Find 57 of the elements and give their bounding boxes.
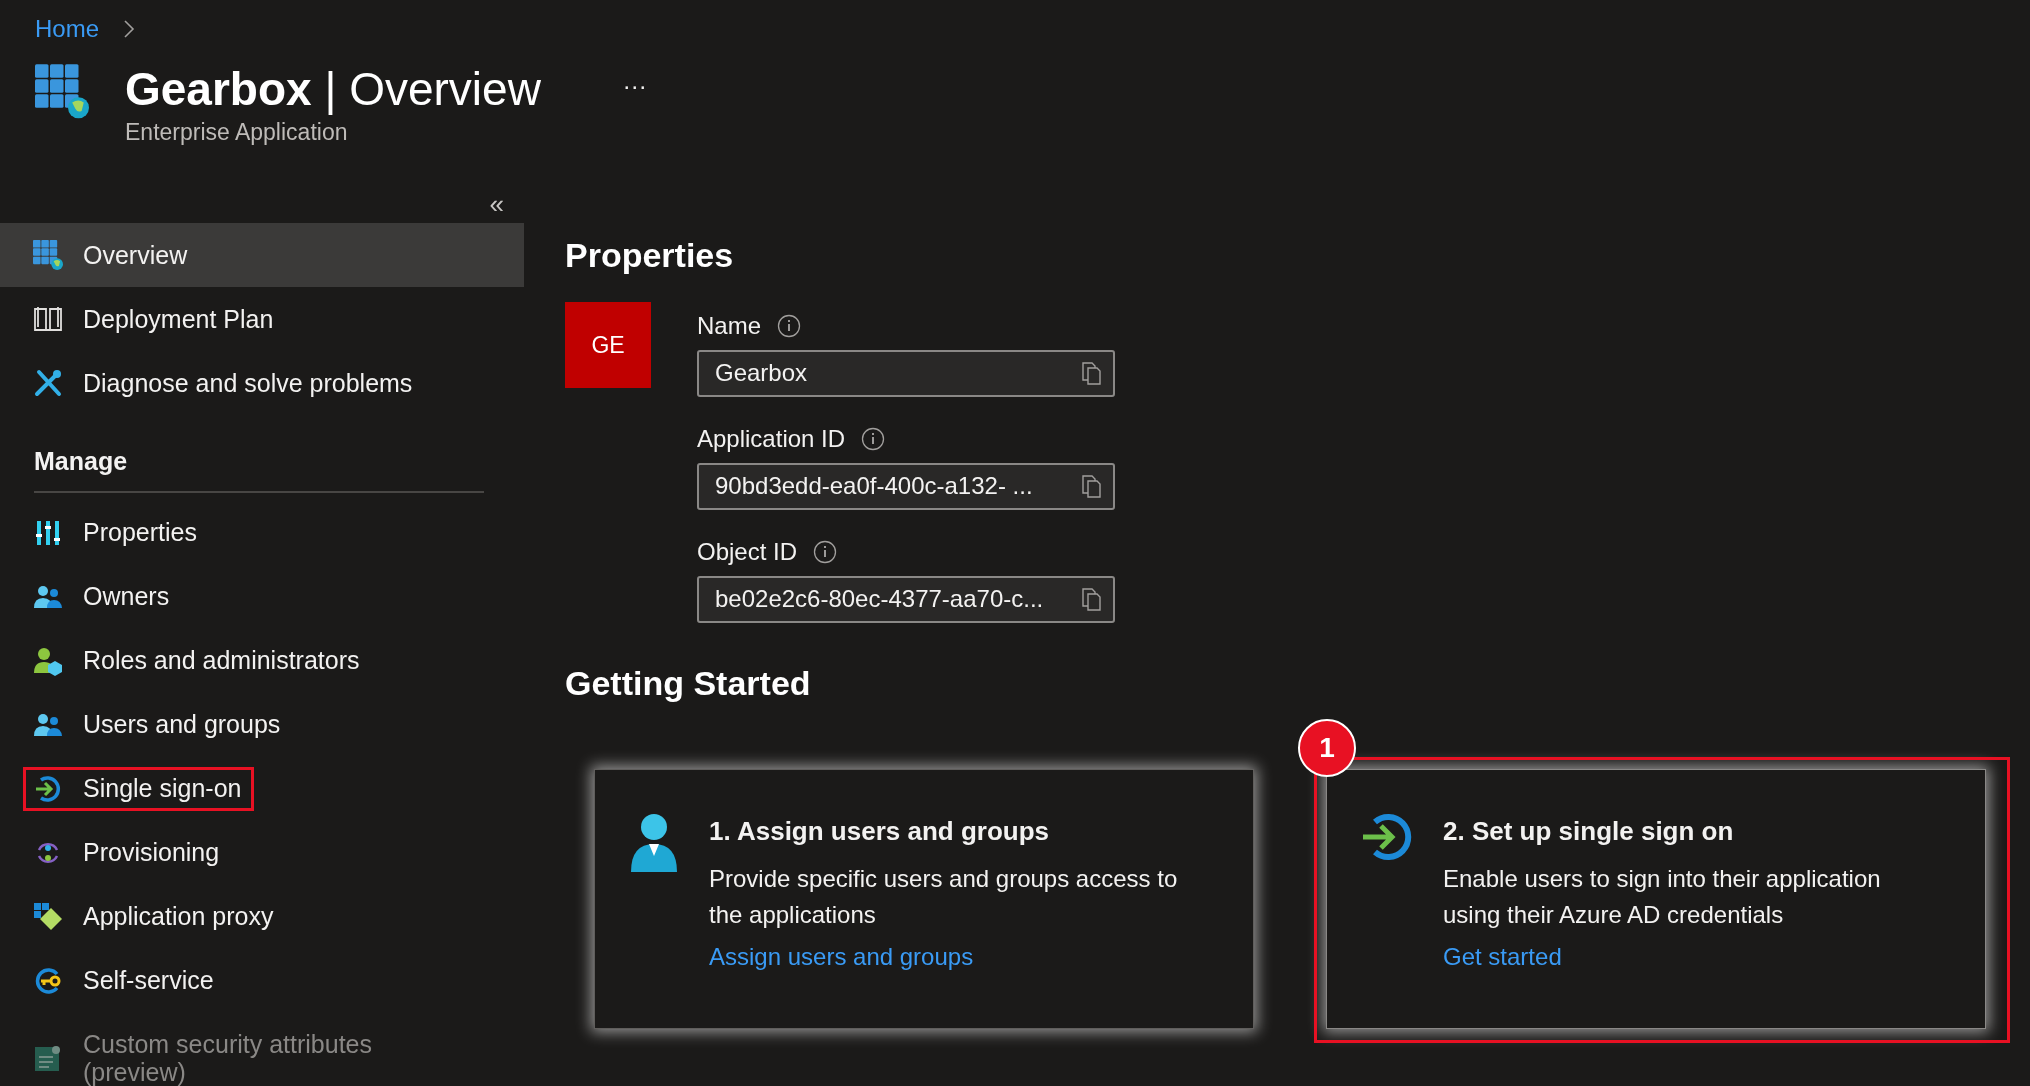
app-grid-icon (35, 64, 89, 120)
book-icon (33, 304, 63, 334)
more-button[interactable]: ··· (616, 68, 653, 104)
person-cube-icon (33, 645, 63, 676)
card-title: 1. Assign users and groups (709, 814, 1050, 848)
sidebar-item[interactable]: Provisioning (23, 830, 233, 875)
page-title: Gearbox | Overview (125, 64, 541, 115)
copy-button[interactable] (1081, 474, 1103, 499)
app-grid-icon (33, 240, 63, 270)
section-heading: Manage (34, 443, 484, 493)
collapse-button[interactable]: « (489, 185, 524, 223)
chevron-right-icon (123, 19, 136, 39)
section-heading: Getting Started (565, 662, 812, 704)
field-label: Object ID (697, 536, 798, 567)
info-icon (861, 426, 886, 451)
tools-icon (33, 368, 63, 398)
section-heading: Properties (565, 235, 735, 276)
field-value: 90bd3edd-ea0f-400c-a132- ... (715, 471, 1033, 502)
read-only-field[interactable]: Gearbox (697, 349, 1115, 397)
card-description: Enable users to sign into their application using their Azure AD credentials (1443, 863, 1882, 930)
field-value: be02e2c6-80ec-4377-aa70-c... (715, 584, 1044, 615)
sign-in-icon (33, 773, 63, 804)
sidebar-item[interactable]: Roles and administrators (23, 638, 373, 683)
field-label: Application ID (697, 423, 846, 454)
person-icon (629, 811, 679, 874)
sidebar-item[interactable]: Owners (23, 574, 183, 619)
sidebar-item[interactable]: Properties (23, 510, 210, 555)
sidebar-item[interactable]: Deployment Plan (23, 297, 287, 341)
field-label: Name (697, 310, 762, 341)
breadcrumb-link[interactable]: Home (35, 11, 100, 47)
card-title: 2. Set up single sign on (1443, 814, 1735, 848)
card-link[interactable]: Assign users and groups (709, 938, 974, 975)
copy-button[interactable] (1081, 361, 1103, 386)
read-only-field[interactable]: be02e2c6-80ec-4377-aa70-c... (697, 575, 1115, 623)
copy-button[interactable] (1081, 587, 1103, 612)
sign-in-icon (1361, 811, 1413, 862)
copy-icon (1081, 474, 1103, 499)
info-icon (777, 313, 802, 338)
sidebar-item[interactable]: Single sign-on (23, 766, 255, 811)
page-subtitle: Enterprise Application (125, 117, 349, 147)
read-only-field[interactable]: 90bd3edd-ea0f-400c-a132- ... (697, 462, 1115, 510)
document-icon (33, 1043, 63, 1074)
sidebar-item[interactable]: Diagnose and solve problems (23, 361, 426, 405)
info-icon (813, 539, 838, 564)
step-badge: 1 (1298, 718, 1356, 777)
app-avatar: GE (565, 301, 651, 388)
copy-icon (1081, 587, 1103, 612)
key-icon (33, 965, 63, 996)
sidebar-item[interactable]: Users and groups (23, 702, 294, 747)
grid-diamond-icon (33, 901, 63, 932)
field-value: Gearbox (715, 358, 808, 389)
sidebar-item[interactable]: Self-service (23, 958, 227, 1003)
sidebar-item[interactable]: Application proxy (23, 894, 287, 939)
card-description: Provide specific users and groups access to the applications (709, 863, 1179, 930)
copy-icon (1081, 361, 1103, 386)
sidebar-item[interactable]: Overview (23, 233, 201, 277)
card-link[interactable]: Get started (1443, 938, 1562, 975)
